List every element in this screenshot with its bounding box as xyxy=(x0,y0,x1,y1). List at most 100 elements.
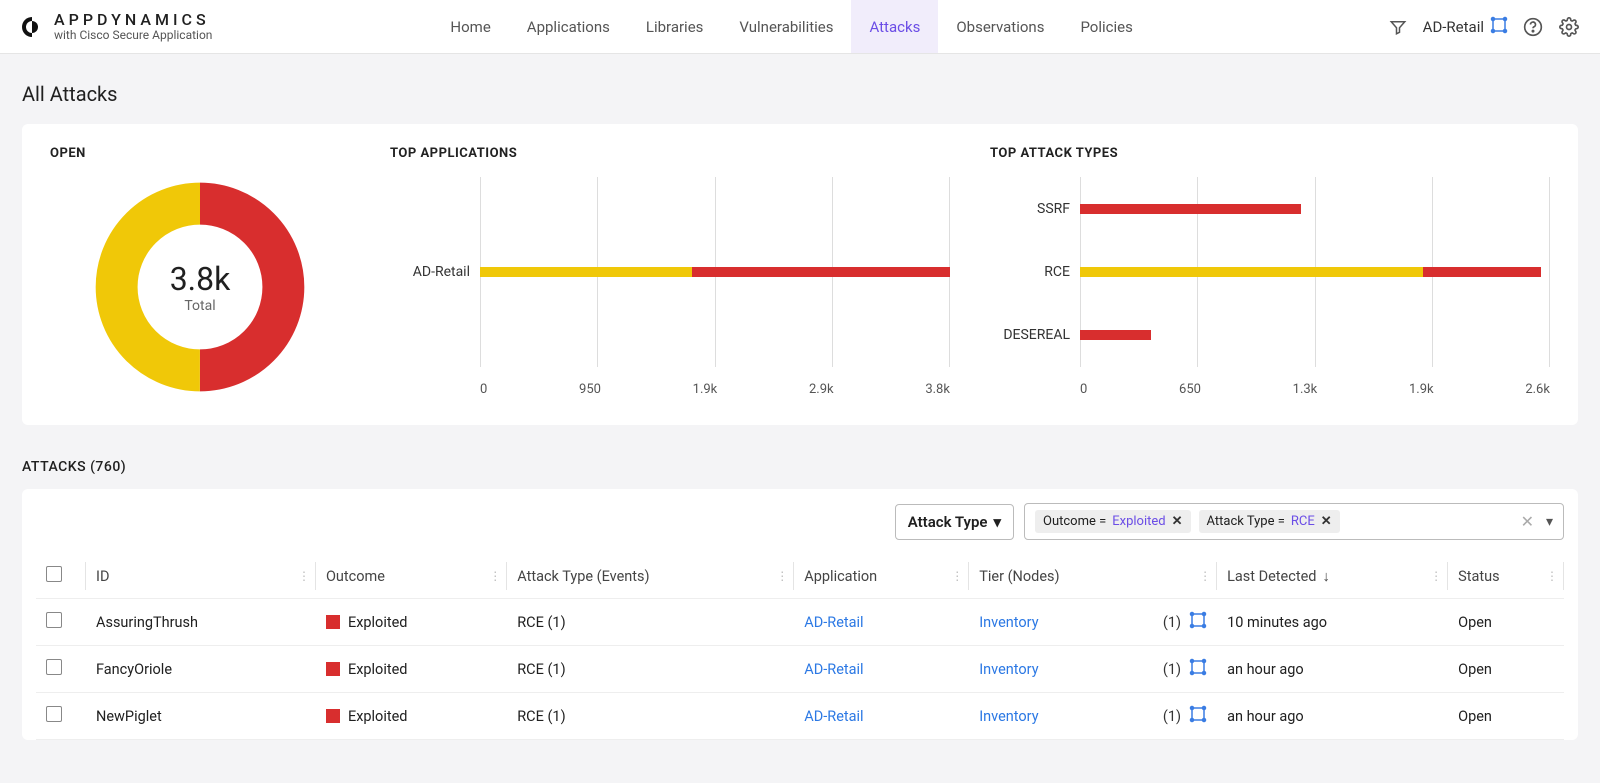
tier-link[interactable]: Inventory xyxy=(979,708,1038,725)
chart-tick: 1.9k xyxy=(1409,382,1434,397)
cell-attack-type: RCE (1) xyxy=(507,693,794,740)
select-all-checkbox[interactable] xyxy=(46,566,62,582)
table-row[interactable]: AssuringThrushExploitedRCE (1) AD-Retail I… xyxy=(36,599,1564,646)
column-drag-icon[interactable]: ⋮ xyxy=(1199,569,1211,583)
nav-item-home[interactable]: Home xyxy=(432,0,508,53)
nav-item-vulnerabilities[interactable]: Vulnerabilities xyxy=(721,0,851,53)
brand-subtitle: with Cisco Secure Application xyxy=(54,29,212,42)
chart-tick: 650 xyxy=(1179,382,1201,397)
tier-link[interactable]: Inventory xyxy=(979,661,1038,678)
cell-outcome: Exploited xyxy=(316,599,507,646)
tier-map-icon[interactable] xyxy=(1189,705,1207,727)
top-applications-chart: AD-Retail09501.9k2.9k3.8k xyxy=(390,177,950,397)
outcome-color-icon xyxy=(326,709,340,723)
chart-tick: 950 xyxy=(579,382,601,397)
open-donut-chart: 3.8k Total xyxy=(90,177,310,397)
application-link[interactable]: AD-Retail xyxy=(804,708,863,725)
brand-title: APPDYNAMICS xyxy=(54,11,212,29)
header-right: AD-Retail xyxy=(1387,16,1580,38)
chart-tick: 2.6k xyxy=(1525,382,1550,397)
cell-status: Open xyxy=(1448,693,1564,740)
row-checkbox[interactable] xyxy=(46,612,62,628)
tier-count: (1) xyxy=(1163,708,1181,725)
brand-logo-icon xyxy=(20,15,44,39)
top-applications-panel: TOP APPLICATIONS AD-Retail09501.9k2.9k3.… xyxy=(390,146,950,397)
filter-icon[interactable] xyxy=(1387,16,1409,38)
filter-box-caret-icon[interactable]: ▾ xyxy=(1546,514,1553,530)
col-outcome[interactable]: Outcome⋮ xyxy=(316,554,507,599)
tier-count: (1) xyxy=(1163,661,1181,678)
scope-map-icon xyxy=(1490,16,1508,38)
help-icon[interactable] xyxy=(1522,16,1544,38)
header: APPDYNAMICS with Cisco Secure Applicatio… xyxy=(0,0,1600,54)
filter-chip[interactable]: Outcome = Exploited ✕ xyxy=(1035,510,1191,533)
chart-bar-label: DESEREAL xyxy=(990,327,1080,343)
chart-tick: 1.9k xyxy=(693,382,718,397)
filters-row: Attack Type ▾ Outcome = Exploited ✕ Attac… xyxy=(36,503,1564,540)
col-application[interactable]: Application⋮ xyxy=(794,554,969,599)
open-panel-title: OPEN xyxy=(50,146,350,161)
col-attack-type-events-[interactable]: Attack Type (Events)⋮ xyxy=(507,554,794,599)
column-drag-icon[interactable]: ⋮ xyxy=(489,569,501,583)
col-last-detected[interactable]: Last Detected↓⋮ xyxy=(1217,554,1448,599)
top-attack-types-chart: SSRF RCE DESEREAL 0 650 1.3k 1.9k 2.6k xyxy=(990,177,1550,397)
filter-chip[interactable]: Attack Type = RCE ✕ xyxy=(1199,510,1340,533)
outcome-color-icon xyxy=(326,615,340,629)
column-drag-icon[interactable]: ⋮ xyxy=(776,569,788,583)
cell-status: Open xyxy=(1448,646,1564,693)
nav-item-libraries[interactable]: Libraries xyxy=(628,0,722,53)
sort-arrow-down-icon: ↓ xyxy=(1322,568,1329,585)
chip-remove-icon[interactable]: ✕ xyxy=(1172,514,1183,529)
application-link[interactable]: AD-Retail xyxy=(804,614,863,631)
table-row[interactable]: NewPigletExploitedRCE (1)AD-RetailInvent… xyxy=(36,693,1564,740)
column-drag-icon[interactable]: ⋮ xyxy=(951,569,963,583)
cell-application: AD-Retail xyxy=(794,646,969,693)
chip-remove-icon[interactable]: ✕ xyxy=(1321,514,1332,529)
nav-item-policies[interactable]: Policies xyxy=(1062,0,1150,53)
tier-map-icon[interactable] xyxy=(1189,611,1207,633)
filter-column-select[interactable]: Attack Type ▾ xyxy=(895,504,1014,540)
chart-bar-label: RCE xyxy=(990,264,1080,280)
cell-last-detected: an hour ago xyxy=(1217,646,1448,693)
cell-attack-type: RCE (1) xyxy=(507,599,794,646)
column-drag-icon[interactable]: ⋮ xyxy=(298,569,310,583)
tier-link[interactable]: Inventory xyxy=(979,614,1038,631)
nav-item-observations[interactable]: Observations xyxy=(938,0,1062,53)
cell-tier: Inventory(1) xyxy=(969,599,1217,646)
col-status[interactable]: Status⋮ xyxy=(1448,554,1564,599)
row-checkbox[interactable] xyxy=(46,706,62,722)
table-row[interactable]: FancyOrioleExploitedRCE (1)AD-RetailInve… xyxy=(36,646,1564,693)
chart-bar-label: SSRF xyxy=(990,201,1080,217)
filter-chip-box[interactable]: Outcome = Exploited ✕ Attack Type = RCE ✕… xyxy=(1024,503,1564,540)
main-nav: HomeApplicationsLibrariesVulnerabilities… xyxy=(432,0,1150,53)
brand: APPDYNAMICS with Cisco Secure Applicatio… xyxy=(20,11,212,42)
nav-item-attacks[interactable]: Attacks xyxy=(851,0,938,53)
col-tier-nodes-[interactable]: Tier (Nodes)⋮ xyxy=(969,554,1217,599)
caret-down-icon: ▾ xyxy=(993,513,1001,531)
column-drag-icon[interactable]: ⋮ xyxy=(1430,569,1442,583)
attacks-table-card: Attack Type ▾ Outcome = Exploited ✕ Attac… xyxy=(22,489,1578,740)
clear-filters-icon[interactable]: ✕ xyxy=(1517,512,1538,531)
donut-value: 3.8k xyxy=(170,260,231,298)
outcome-color-icon xyxy=(326,662,340,676)
top-applications-title: TOP APPLICATIONS xyxy=(390,146,950,161)
settings-icon[interactable] xyxy=(1558,16,1580,38)
column-drag-icon[interactable]: ⋮ xyxy=(1546,569,1558,583)
row-checkbox[interactable] xyxy=(46,659,62,675)
scope-selector[interactable]: AD-Retail xyxy=(1423,16,1508,38)
cell-outcome: Exploited xyxy=(316,646,507,693)
application-link[interactable]: AD-Retail xyxy=(804,661,863,678)
chart-bar-rce: RCE xyxy=(990,256,1550,288)
nav-item-applications[interactable]: Applications xyxy=(509,0,628,53)
cell-id: AssuringThrush xyxy=(86,599,316,646)
chart-tick: 0 xyxy=(1080,382,1087,397)
cell-application: AD-Retail xyxy=(794,599,969,646)
chart-tick: 0 xyxy=(480,382,487,397)
donut-label: Total xyxy=(184,298,215,314)
chart-tick: 1.3k xyxy=(1293,382,1318,397)
cell-status: Open xyxy=(1448,599,1564,646)
col-checkbox[interactable] xyxy=(36,554,86,599)
col-id[interactable]: ID⋮ xyxy=(86,554,316,599)
tier-map-icon[interactable] xyxy=(1189,658,1207,680)
cell-id: FancyOriole xyxy=(86,646,316,693)
